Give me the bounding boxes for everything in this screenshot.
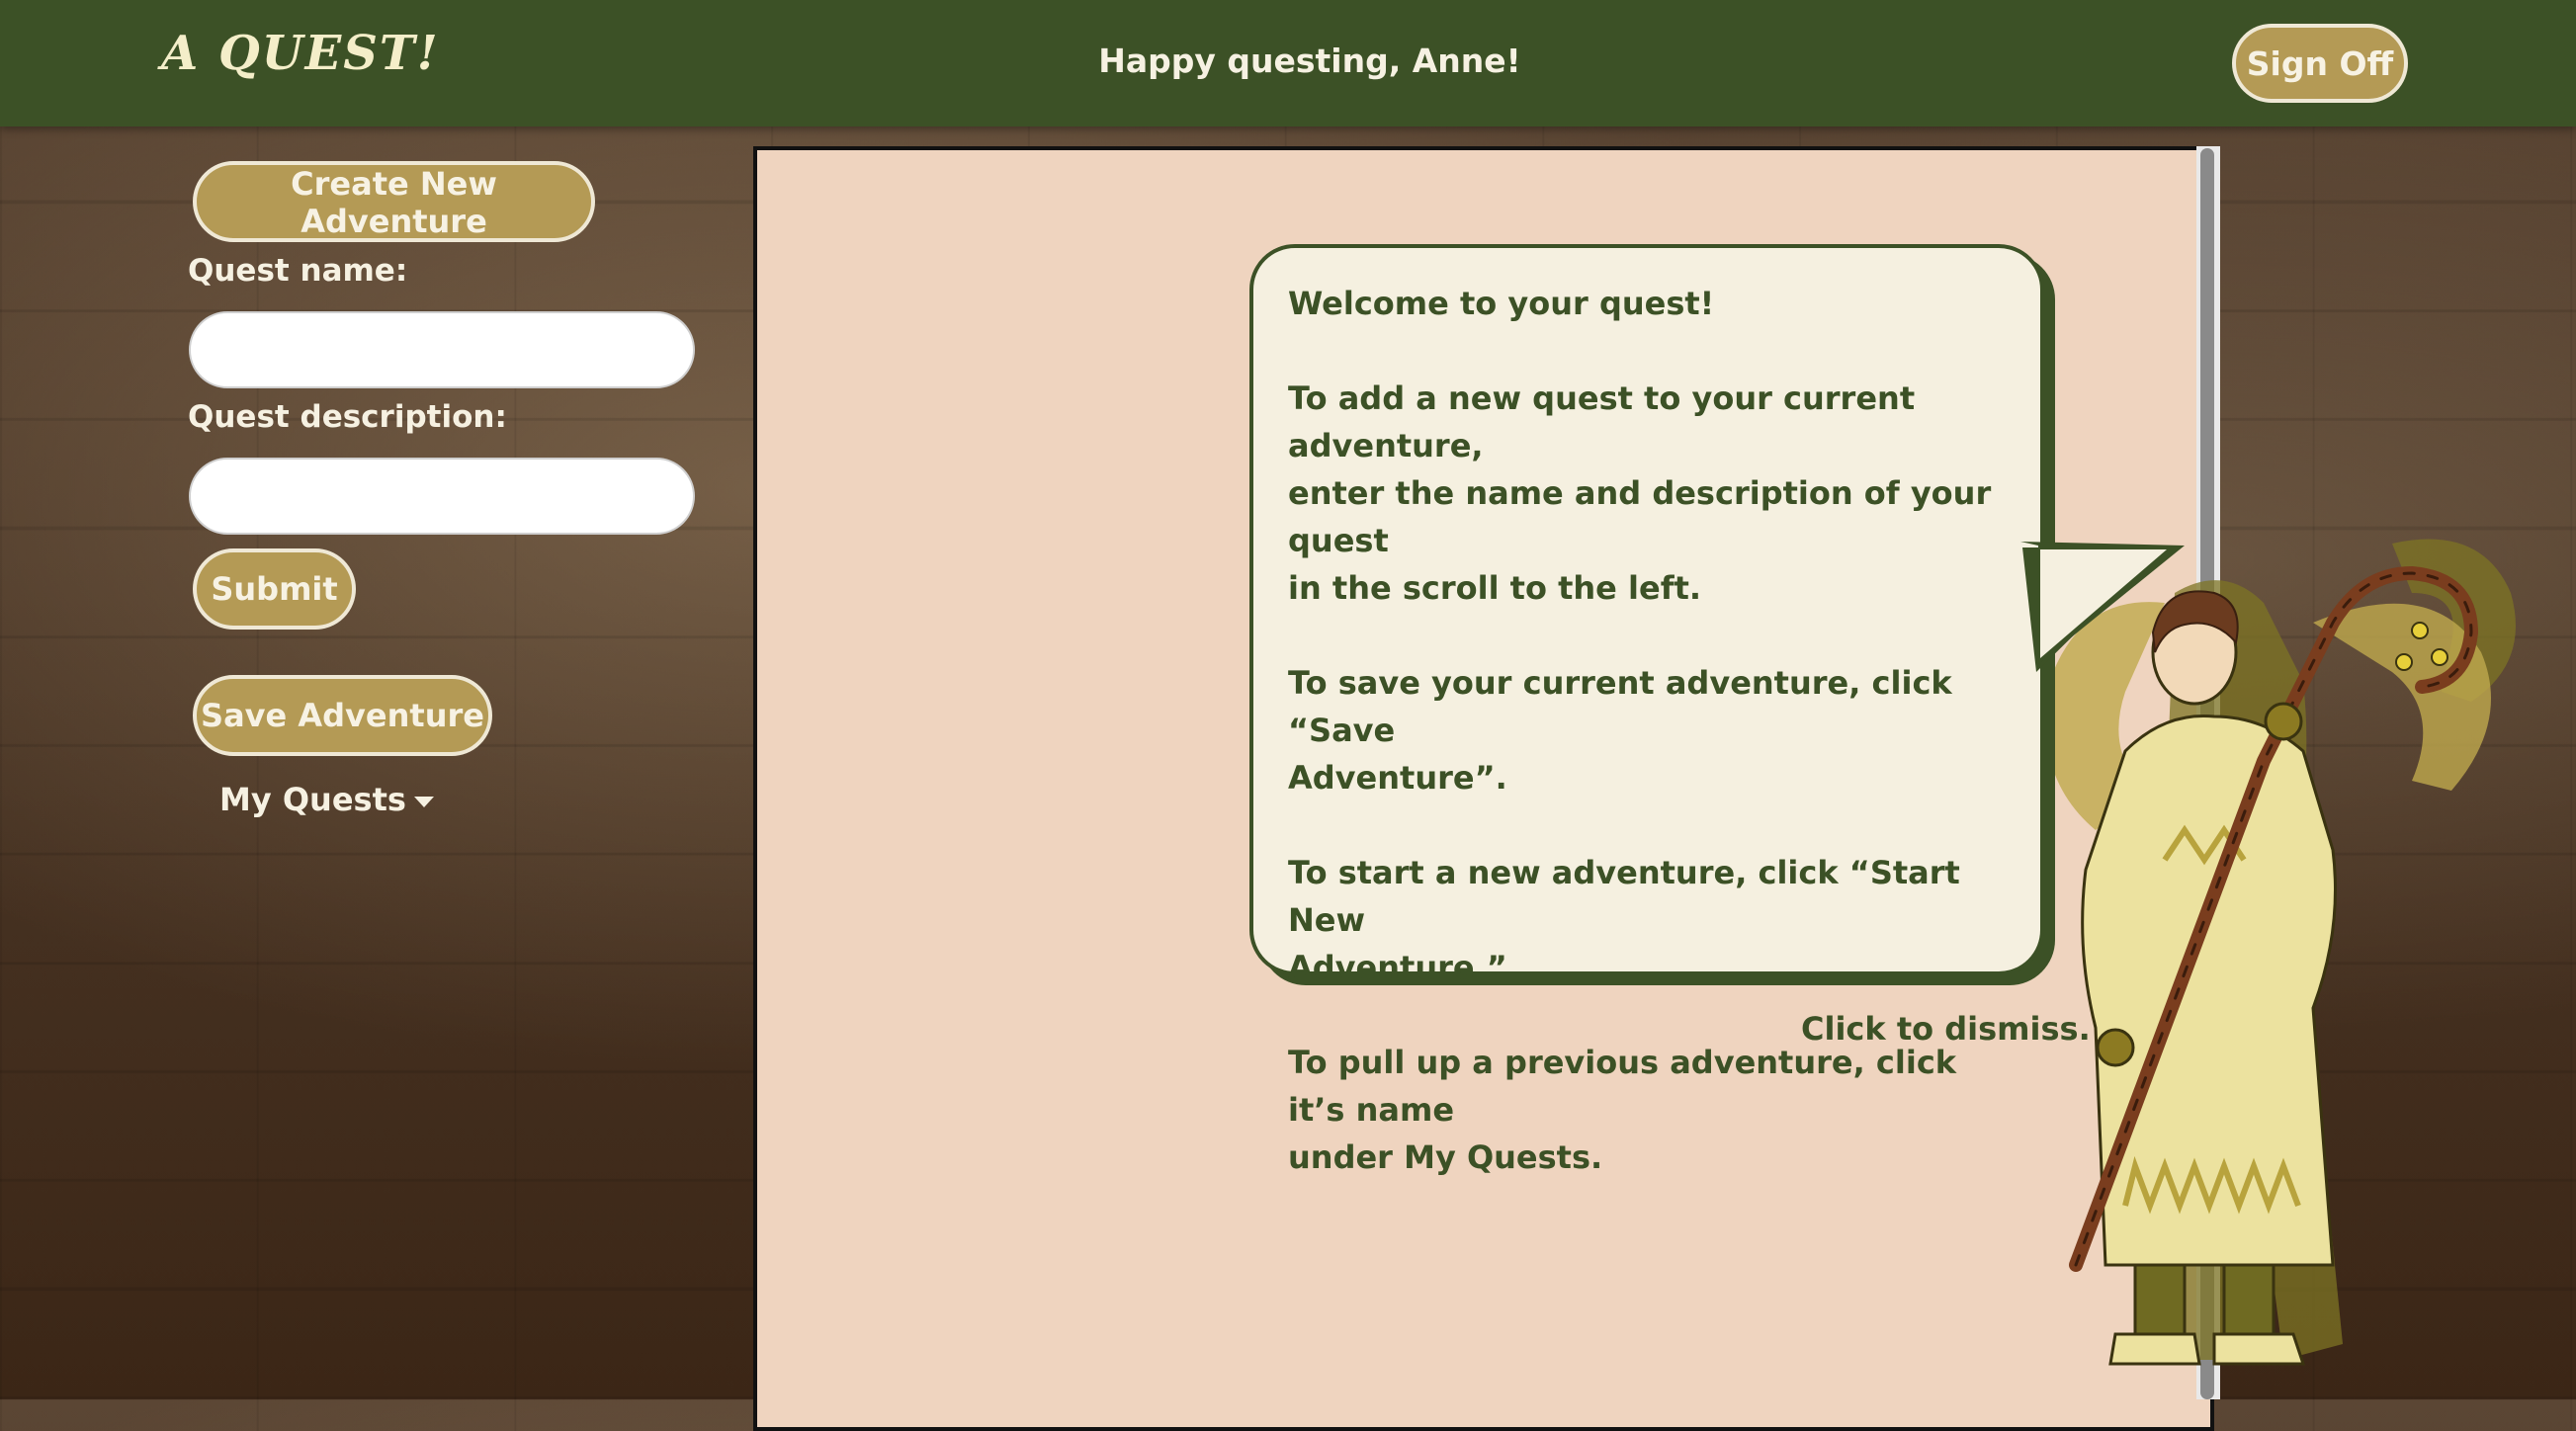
sign-off-button[interactable]: Sign Off bbox=[2232, 24, 2408, 103]
welcome-instruction-start: To start a new adventure, click “Start N… bbox=[1288, 854, 1960, 986]
my-quests-dropdown[interactable]: My Quests bbox=[219, 781, 434, 818]
top-navbar: A QUEST! Happy questing, Anne! Sign Off bbox=[0, 0, 2576, 126]
quest-name-label: Quest name: bbox=[188, 253, 408, 289]
welcome-instruction-previous: To pull up a previous adventure, click i… bbox=[1288, 1044, 1957, 1176]
caret-down-icon bbox=[413, 796, 434, 807]
my-quests-label: My Quests bbox=[219, 781, 406, 818]
quest-name-input[interactable] bbox=[189, 311, 695, 388]
speech-bubble-tail bbox=[2017, 542, 2185, 672]
dismiss-link[interactable]: Click to dismiss. bbox=[1801, 1010, 2091, 1048]
left-boot bbox=[2108, 1332, 2201, 1366]
create-new-adventure-button[interactable]: Create New Adventure bbox=[193, 161, 595, 242]
right-boot bbox=[2212, 1332, 2306, 1366]
greeting-text: Happy questing, Anne! bbox=[1098, 42, 1521, 80]
welcome-speech-bubble[interactable]: Welcome to your quest! To add a new ques… bbox=[1249, 244, 2044, 1176]
save-adventure-button[interactable]: Save Adventure bbox=[193, 675, 492, 756]
welcome-instruction-save: To save your current adventure, click “S… bbox=[1288, 664, 1952, 797]
quest-description-input[interactable] bbox=[189, 458, 695, 535]
welcome-heading: Welcome to your quest! bbox=[1288, 285, 1715, 322]
welcome-instruction-add: To add a new quest to your current adven… bbox=[1288, 379, 1992, 607]
robe bbox=[2081, 714, 2337, 1267]
staff-gem-icon bbox=[2411, 622, 2429, 639]
quest-description-label: Quest description: bbox=[188, 399, 507, 435]
submit-button[interactable]: Submit bbox=[193, 548, 356, 630]
